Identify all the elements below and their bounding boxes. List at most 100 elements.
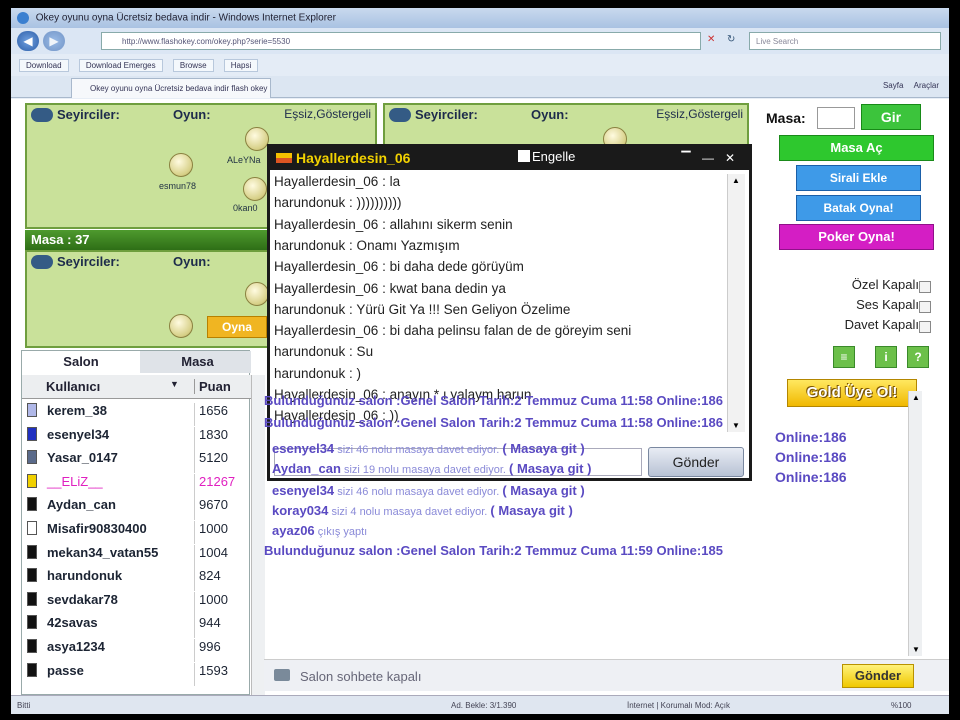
- user-name[interactable]: Misafir90830400: [47, 521, 147, 536]
- game-label: Oyun:: [173, 107, 211, 122]
- user-name[interactable]: asya1234: [47, 639, 105, 654]
- scroll-up-icon[interactable]: ▲: [912, 393, 920, 402]
- user-row[interactable]: Yasar_0147 5120: [22, 446, 251, 474]
- user-row[interactable]: kerem_38 1656: [22, 399, 251, 426]
- private-off-label: Özel Kapalı: [851, 277, 919, 292]
- play-poker-button[interactable]: Poker Oyna!: [779, 224, 934, 250]
- chat-user[interactable]: Aydan_can: [272, 461, 341, 476]
- search-input[interactable]: Live Search: [749, 32, 941, 50]
- minimize-icon[interactable]: ▔: [678, 150, 694, 166]
- checkbox-icon[interactable]: [518, 150, 530, 162]
- user-row[interactable]: esenyel34 1830: [22, 423, 251, 450]
- go-to-table-link[interactable]: ( Masaya git ): [502, 441, 584, 456]
- private-chat-titlebar[interactable]: Hayallerdesin_06 Engelle ▔ — ✕: [270, 147, 749, 170]
- column-points[interactable]: Puan: [194, 379, 231, 394]
- private-message: harundonuk : Onamı Yazmışım: [274, 237, 460, 253]
- info-icon[interactable]: i: [875, 346, 897, 368]
- close-icon[interactable]: ✕: [722, 150, 738, 166]
- web-page: Seyirciler: Oyun: Eşsiz,Göstergeli ALeYN…: [11, 99, 949, 695]
- help-icon[interactable]: ?: [907, 346, 929, 368]
- user-row[interactable]: Aydan_can 9670: [22, 493, 251, 521]
- go-to-table-link[interactable]: ( Masaya git ): [490, 503, 572, 518]
- user-list-header: Kullanıcı ▼ Puan: [22, 375, 251, 399]
- user-name[interactable]: passe: [47, 663, 84, 678]
- chat-line: esenyel34 sizi 46 nolu masaya davet ediy…: [272, 441, 585, 456]
- links-item[interactable]: Browse: [172, 59, 214, 72]
- maximize-icon[interactable]: —: [700, 150, 716, 166]
- block-checkbox[interactable]: Engelle: [518, 149, 575, 164]
- add-queue-button[interactable]: Sirali Ekle: [796, 165, 921, 191]
- links-item[interactable]: Download: [19, 59, 69, 72]
- links-item[interactable]: Hapsi: [223, 59, 259, 72]
- chat-user[interactable]: ayaz06: [272, 523, 315, 538]
- salon-chat-input[interactable]: Salon sohbete kapalı: [300, 669, 421, 684]
- list-icon[interactable]: ≡: [833, 346, 855, 368]
- address-bar[interactable]: http://www.flashokey.com/okey.php?serie=…: [101, 32, 701, 50]
- scroll-down-icon[interactable]: ▼: [912, 645, 920, 654]
- user-row[interactable]: __ELiZ__ 21267: [22, 470, 251, 497]
- tab-salon[interactable]: Salon: [22, 351, 140, 373]
- chat-user[interactable]: esenyel34: [272, 483, 334, 498]
- private-off-checkbox[interactable]: [919, 281, 931, 293]
- user-row[interactable]: harundonuk 824: [22, 564, 251, 592]
- user-row[interactable]: mekan34_vatan55 1004: [22, 541, 251, 568]
- browser-tab[interactable]: Okey oyunu oyna Ücretsiz bedava indir fl…: [71, 78, 271, 98]
- user-row[interactable]: 42savas 944: [22, 611, 251, 639]
- user-name[interactable]: mekan34_vatan55: [47, 545, 158, 560]
- column-user[interactable]: Kullanıcı: [46, 379, 188, 394]
- salon-chat-scrollbar[interactable]: ▲ ▼: [908, 391, 922, 656]
- go-to-table-link[interactable]: ( Masaya git ): [502, 483, 584, 498]
- tools-menu[interactable]: Araçlar: [914, 81, 939, 90]
- status-progress: Ad. Bekle: 3/1.390: [451, 701, 517, 710]
- user-name[interactable]: __ELiZ__: [47, 474, 103, 489]
- play-button[interactable]: Oyna: [207, 316, 267, 338]
- links-item[interactable]: Download Emerges: [78, 59, 163, 72]
- user-status-icon: [27, 591, 37, 606]
- sort-arrow-icon[interactable]: ▼: [170, 379, 179, 389]
- zoom-level[interactable]: %100: [891, 701, 911, 710]
- spectators-label: Seyirciler:: [57, 107, 120, 122]
- user-row[interactable]: passe 1593: [22, 659, 251, 686]
- salon-chat-log: Bulunduğunuz salon :Genel Salon Tarih:2 …: [264, 393, 914, 653]
- scroll-up-icon[interactable]: ▲: [732, 176, 740, 185]
- sound-off-checkbox[interactable]: [919, 301, 931, 313]
- play-batak-button[interactable]: Batak Oyna!: [796, 195, 921, 221]
- user-row[interactable]: asya1234 996: [22, 635, 251, 662]
- enter-button[interactable]: Gir: [861, 104, 921, 130]
- table-number-input[interactable]: [817, 107, 855, 129]
- chat-message: sizi 46 nolu masaya davet ediyor.: [334, 486, 503, 498]
- refresh-icon[interactable]: ↻: [727, 34, 735, 45]
- forward-icon[interactable]: ▶: [43, 31, 65, 51]
- go-to-table-link[interactable]: ( Masaya git ): [509, 461, 591, 476]
- user-name[interactable]: esenyel34: [47, 427, 109, 442]
- seat[interactable]: [169, 314, 193, 338]
- chat-line: Aydan_can sizi 19 nolu masaya davet ediy…: [272, 461, 591, 476]
- invite-off-checkbox[interactable]: [919, 321, 931, 333]
- chat-user[interactable]: koray034: [272, 503, 328, 518]
- ie-window: Okey oyunu oyna Ücretsiz bedava indir - …: [11, 8, 949, 714]
- user-name[interactable]: sevdakar78: [47, 592, 118, 607]
- open-table-button[interactable]: Masa Aç: [779, 135, 934, 161]
- links-bar: Download Download Emerges Browse Hapsi: [11, 54, 949, 76]
- user-row[interactable]: sevdakar78 1000: [22, 588, 251, 615]
- seat[interactable]: [169, 153, 193, 177]
- page-menu[interactable]: Sayfa: [883, 81, 903, 90]
- seat[interactable]: [245, 127, 269, 151]
- back-icon[interactable]: ◀: [17, 31, 39, 51]
- user-status-icon: [27, 403, 37, 417]
- user-list-scrollbar[interactable]: [251, 375, 265, 695]
- user-name[interactable]: 42savas: [47, 615, 98, 630]
- seat[interactable]: [243, 177, 267, 201]
- user-name[interactable]: harundonuk: [47, 568, 122, 583]
- user-row[interactable]: Misafir90830400 1000: [22, 517, 251, 544]
- game-type: Eşsiz,Göstergeli: [284, 107, 371, 121]
- chat-user[interactable]: esenyel34: [272, 441, 334, 456]
- user-name[interactable]: kerem_38: [47, 403, 107, 418]
- user-name[interactable]: Aydan_can: [47, 497, 116, 512]
- user-name[interactable]: Yasar_0147: [47, 450, 118, 465]
- player-name: 0kan0: [233, 203, 258, 213]
- salon-send-button[interactable]: Gönder: [842, 664, 914, 688]
- tab-masa[interactable]: Masa: [144, 351, 251, 373]
- stop-icon[interactable]: ✕: [707, 34, 715, 45]
- seat[interactable]: [245, 282, 269, 306]
